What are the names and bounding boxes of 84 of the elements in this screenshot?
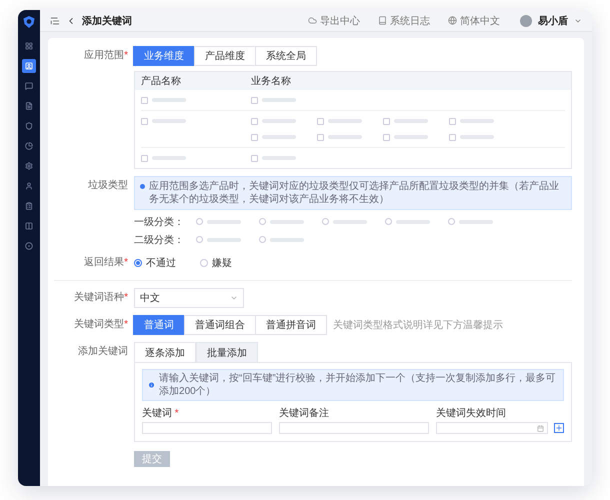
checkbox[interactable] (317, 134, 324, 140)
clipboard-icon (25, 202, 33, 210)
checkbox[interactable] (317, 118, 324, 124)
header-link[interactable]: 简体中文 (448, 14, 500, 28)
circle-icon (25, 242, 33, 250)
field-label: 添加关键词 (77, 344, 128, 359)
required-mark: * (124, 50, 128, 61)
type-note: 关键词类型格式说明详见下方温馨提示 (333, 318, 503, 332)
type-option[interactable]: 普通词 (133, 315, 185, 335)
scope-tab[interactable]: 业务维度 (133, 46, 195, 66)
checkbox[interactable] (251, 134, 258, 140)
grid-icon (25, 42, 33, 50)
field-label: 返回结果* (83, 256, 128, 270)
add-button[interactable] (554, 423, 564, 433)
columns-icon (25, 222, 33, 230)
field-label: 关键词 * (142, 406, 180, 420)
required-mark: * (124, 319, 128, 330)
checkbox[interactable] (383, 118, 390, 124)
info-text: 请输入关键词，按“回车键”进行校验，并开始添加下一个（支持一次复制添加多行，最多可添加200个） (159, 372, 557, 398)
add-tab[interactable]: 批量添加 (196, 342, 258, 362)
radio-option[interactable]: 嫌疑 (200, 256, 232, 270)
scope-tab[interactable]: 系统全局 (255, 46, 317, 66)
field-label: 关键词类型* (73, 318, 128, 332)
checkbox[interactable] (251, 154, 258, 162)
radio-button[interactable] (259, 218, 266, 225)
checkbox[interactable] (141, 154, 148, 162)
category-label: 二级分类： (134, 234, 185, 246)
header-link[interactable]: 导出中心 (308, 14, 360, 28)
input-field[interactable] (279, 422, 429, 434)
radio-button[interactable] (196, 218, 203, 225)
document-icon (25, 102, 33, 110)
user-icon (25, 182, 33, 190)
globe-icon (448, 16, 457, 25)
info-dot-icon (140, 184, 145, 189)
column-header: 业务名称 (250, 74, 292, 88)
checkbox[interactable] (141, 118, 148, 124)
info-icon (148, 381, 156, 389)
date-field[interactable] (436, 422, 548, 434)
required-mark: * (174, 408, 179, 419)
add-tab[interactable]: 逐条添加 (134, 342, 196, 362)
radio-button[interactable] (322, 218, 329, 225)
user-name: 易小盾 (538, 14, 568, 28)
checkbox[interactable] (383, 134, 390, 140)
checkbox[interactable] (251, 118, 258, 124)
field-label: 关键词失效时间 (436, 406, 507, 420)
radio-option[interactable]: 不通过 (134, 256, 176, 270)
logo-icon (22, 15, 36, 29)
required-mark: * (124, 292, 128, 303)
avatar-icon (520, 14, 532, 26)
user-card-icon (25, 62, 33, 70)
field-label: 应用范围* (83, 48, 128, 63)
checkbox[interactable] (449, 134, 456, 140)
checkbox[interactable] (251, 96, 258, 104)
scope-tab[interactable]: 产品维度 (194, 46, 256, 66)
type-option[interactable]: 普通词组合 (184, 315, 256, 335)
plus-icon (555, 424, 563, 432)
menu-icon[interactable] (50, 16, 60, 26)
pie-chart-icon (25, 142, 33, 150)
hint-text: 应用范围多选产品时，关键词对应的垃圾类型仅可选择产品所配置垃圾类型的并集（若产品业务无某个的垃圾类型，关键词对该产品业务将不生效） (149, 180, 560, 206)
required-mark: * (124, 257, 128, 268)
book-icon (378, 16, 387, 25)
checkbox[interactable] (141, 96, 148, 104)
column-header: 产品名称 (140, 74, 182, 88)
field-label: 关键词备注 (279, 406, 330, 420)
calendar-icon (537, 424, 544, 432)
nav-item[interactable] (22, 59, 36, 73)
header-link[interactable]: 系统日志 (378, 14, 430, 28)
cloud-icon (308, 16, 317, 25)
field-label: 关键词语种* (73, 290, 128, 305)
message-icon (25, 82, 33, 90)
shield-icon (25, 122, 33, 130)
radio-button[interactable] (448, 218, 455, 225)
category-label: 一级分类： (134, 216, 185, 228)
language-select[interactable]: 中文 (134, 288, 244, 308)
chevron-down-icon (230, 294, 238, 302)
settings-icon (25, 162, 33, 170)
radio-button[interactable] (259, 236, 266, 243)
field-label: 垃圾类型 (87, 178, 128, 193)
radio-button[interactable] (196, 236, 203, 243)
page-title: 添加关键词 (82, 14, 132, 28)
checkbox[interactable] (449, 118, 456, 124)
radio-button[interactable] (385, 218, 392, 225)
type-option[interactable]: 普通拼音词 (255, 315, 327, 335)
input-field[interactable] (142, 422, 272, 434)
